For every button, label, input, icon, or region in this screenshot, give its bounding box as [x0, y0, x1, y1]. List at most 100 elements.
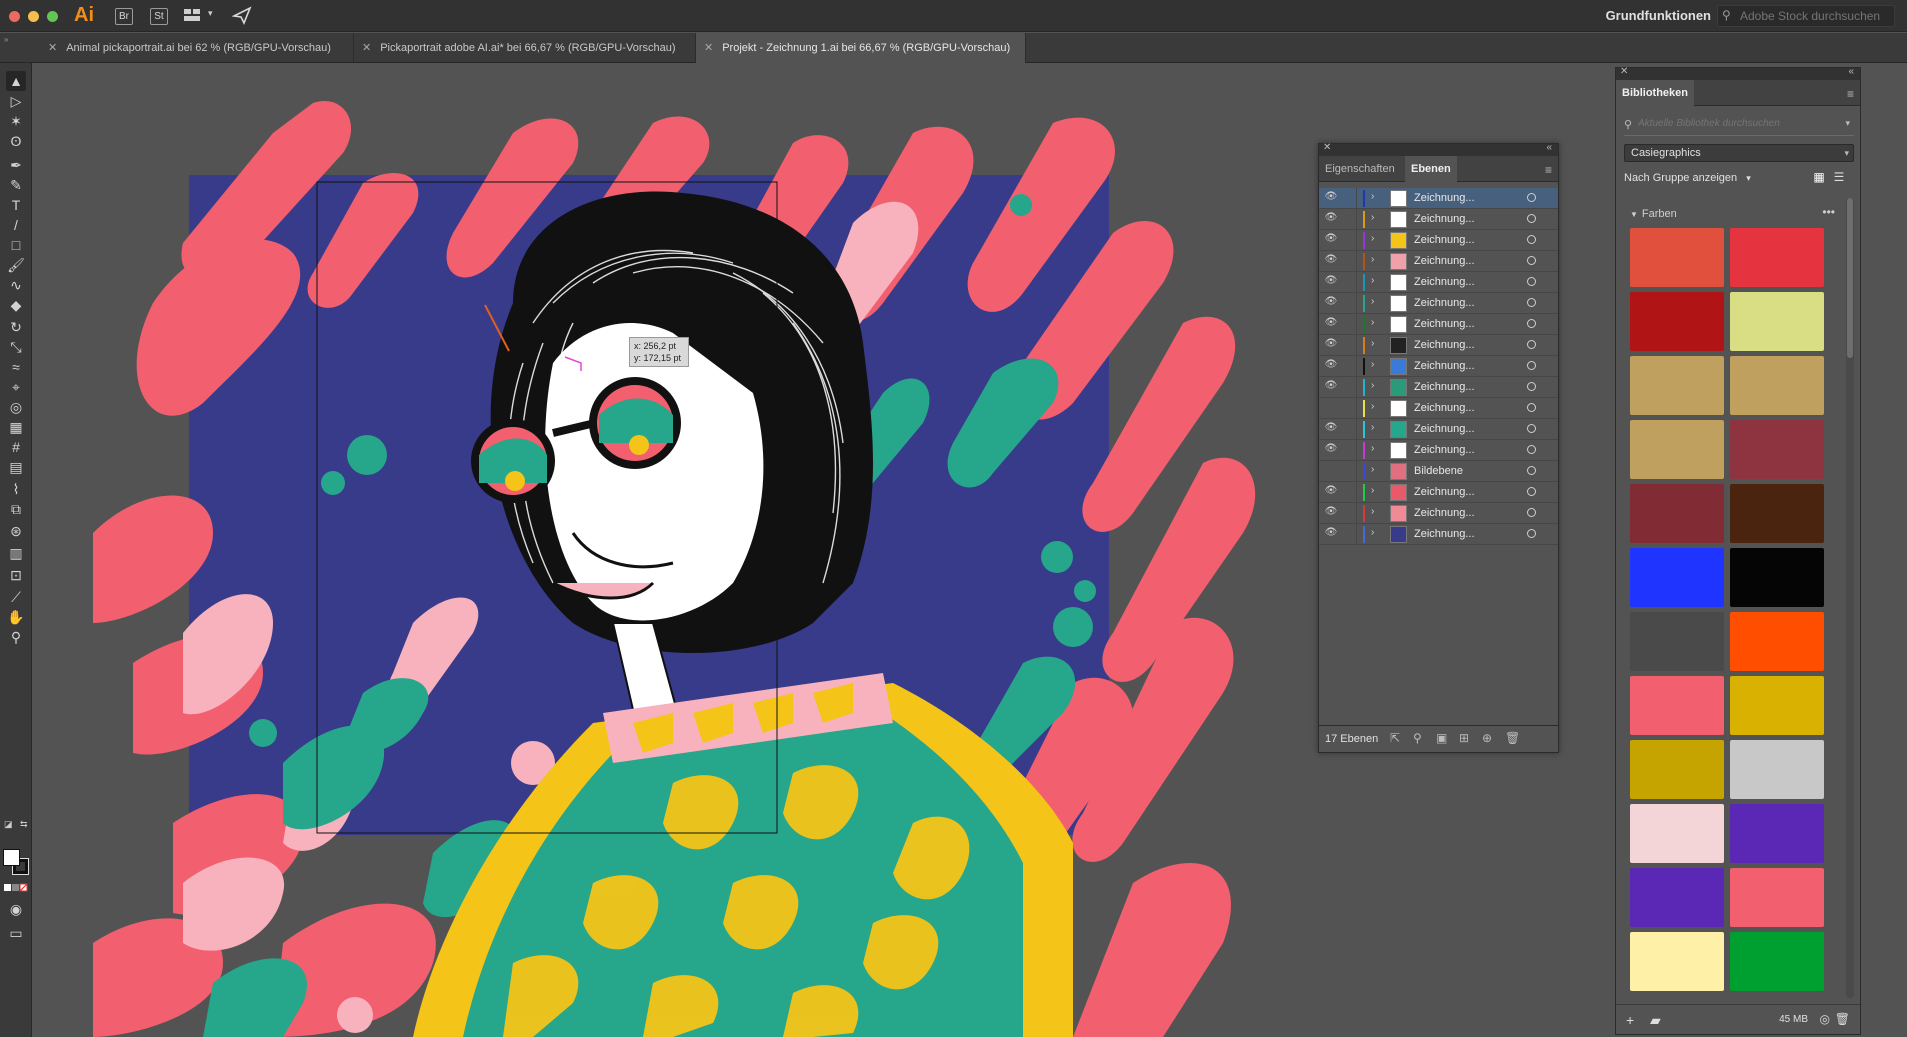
- library-scrollbar[interactable]: [1846, 198, 1854, 998]
- colors-section-header[interactable]: ▼ Farben •••: [1630, 205, 1835, 224]
- layer-target-icon[interactable]: [1527, 214, 1536, 223]
- lock-toggle[interactable]: [1341, 335, 1357, 356]
- layer-name[interactable]: Zeichnung...: [1414, 402, 1475, 414]
- expand-layer-arrow-icon[interactable]: ›: [1371, 359, 1374, 370]
- layer-row[interactable]: › Bildebene: [1319, 461, 1558, 482]
- layer-name[interactable]: Zeichnung...: [1414, 360, 1475, 372]
- stock-button[interactable]: St: [150, 8, 168, 25]
- eyedropper-tool[interactable]: ⌇: [6, 479, 26, 499]
- layer-target-icon[interactable]: [1527, 487, 1536, 496]
- layer-name[interactable]: Zeichnung...: [1414, 213, 1475, 225]
- lock-toggle[interactable]: [1341, 230, 1357, 251]
- layer-row[interactable]: 👁 › Zeichnung...: [1319, 335, 1558, 356]
- chevron-down-icon[interactable]: ▾: [1845, 118, 1850, 129]
- scrollbar-thumb[interactable]: [1847, 198, 1853, 358]
- visibility-eye-icon[interactable]: 👁: [1324, 275, 1338, 289]
- collapse-panel-icon[interactable]: «: [1848, 66, 1854, 77]
- color-swatch[interactable]: [1730, 612, 1824, 671]
- export-layer-icon[interactable]: ⇱: [1390, 731, 1400, 745]
- collapse-panels-icon[interactable]: »: [4, 35, 8, 44]
- layer-row[interactable]: 👁 › Zeichnung...: [1319, 230, 1558, 251]
- layer-row[interactable]: 👁 › Zeichnung...: [1319, 209, 1558, 230]
- window-minimize-button[interactable]: [28, 11, 39, 22]
- slice-tool[interactable]: ⟋: [6, 587, 26, 607]
- library-search-input[interactable]: [1638, 118, 1833, 129]
- layer-name[interactable]: Zeichnung...: [1414, 507, 1475, 519]
- lock-toggle[interactable]: [1341, 377, 1357, 398]
- lock-toggle[interactable]: [1341, 398, 1357, 419]
- layer-name[interactable]: Zeichnung...: [1414, 423, 1475, 435]
- layer-target-icon[interactable]: [1527, 277, 1536, 286]
- visibility-eye-icon[interactable]: 👁: [1324, 359, 1338, 373]
- color-swatch[interactable]: [1630, 932, 1724, 991]
- layer-name[interactable]: Zeichnung...: [1414, 486, 1475, 498]
- perspective-grid-tool[interactable]: ▦: [6, 417, 26, 437]
- layer-row[interactable]: 👁 › Zeichnung...: [1319, 356, 1558, 377]
- layer-row[interactable]: 👁 › Zeichnung...: [1319, 503, 1558, 524]
- expand-layer-arrow-icon[interactable]: ›: [1371, 443, 1374, 454]
- color-swatch[interactable]: [1730, 292, 1824, 351]
- arrange-dropdown-chevron-icon[interactable]: ▾: [208, 8, 213, 19]
- lock-toggle[interactable]: [1341, 419, 1357, 440]
- shape-builder-tool[interactable]: ◎: [6, 397, 26, 417]
- lasso-tool[interactable]: ʘ: [6, 131, 26, 151]
- visibility-eye-icon[interactable]: 👁: [1324, 254, 1338, 268]
- expand-layer-arrow-icon[interactable]: ›: [1371, 254, 1374, 265]
- magic-wand-tool[interactable]: ✶: [6, 111, 26, 131]
- expand-layer-arrow-icon[interactable]: ›: [1371, 233, 1374, 244]
- close-tab-icon[interactable]: ✕: [48, 42, 57, 54]
- layer-target-icon[interactable]: [1527, 529, 1536, 538]
- library-select[interactable]: Casiegraphics ▾: [1624, 144, 1854, 162]
- color-swatch[interactable]: [1630, 548, 1724, 607]
- visibility-eye-icon[interactable]: 👁: [1324, 191, 1338, 205]
- drawing-modes-icon[interactable]: ◉: [6, 899, 26, 919]
- expand-layer-arrow-icon[interactable]: ›: [1371, 506, 1374, 517]
- tab-layers[interactable]: Ebenen: [1405, 156, 1457, 182]
- layer-target-icon[interactable]: [1527, 298, 1536, 307]
- locate-object-icon[interactable]: ⚲: [1413, 731, 1422, 745]
- lock-toggle[interactable]: [1341, 524, 1357, 545]
- color-swatch[interactable]: [1730, 740, 1824, 799]
- layer-name[interactable]: Zeichnung...: [1414, 318, 1475, 330]
- symbol-sprayer-tool[interactable]: ⊛: [6, 521, 26, 541]
- layer-row[interactable]: 👁 › Zeichnung...: [1319, 377, 1558, 398]
- color-swatch[interactable]: [1730, 356, 1824, 415]
- color-swatch[interactable]: [1730, 484, 1824, 543]
- color-swatch[interactable]: [1630, 804, 1724, 863]
- share-send-icon[interactable]: [231, 5, 252, 25]
- mesh-tool[interactable]: #: [6, 437, 26, 457]
- rotate-tool[interactable]: ↻: [6, 317, 26, 337]
- scale-tool[interactable]: ⤡: [6, 337, 26, 357]
- group-view-dropdown[interactable]: Nach Gruppe anzeigen ▾: [1624, 172, 1751, 184]
- color-swatch[interactable]: [1730, 420, 1824, 479]
- lock-toggle[interactable]: [1341, 209, 1357, 230]
- layer-row[interactable]: › Zeichnung...: [1319, 398, 1558, 419]
- visibility-eye-icon[interactable]: [1324, 401, 1338, 415]
- layer-target-icon[interactable]: [1527, 319, 1536, 328]
- expand-layer-arrow-icon[interactable]: ›: [1371, 485, 1374, 496]
- lock-toggle[interactable]: [1341, 314, 1357, 335]
- layer-row[interactable]: 👁 › Zeichnung...: [1319, 524, 1558, 545]
- layer-target-icon[interactable]: [1527, 235, 1536, 244]
- visibility-eye-icon[interactable]: 👁: [1324, 422, 1338, 436]
- expand-layer-arrow-icon[interactable]: ›: [1371, 464, 1374, 475]
- default-colors-icon[interactable]: ◪: [4, 819, 13, 830]
- layer-name[interactable]: Zeichnung...: [1414, 381, 1475, 393]
- layer-target-icon[interactable]: [1527, 193, 1536, 202]
- document-tab-3[interactable]: ✕ Projekt - Zeichnung 1.ai bei 66,67 % (R…: [696, 33, 1026, 63]
- visibility-eye-icon[interactable]: 👁: [1324, 443, 1338, 457]
- visibility-eye-icon[interactable]: 👁: [1324, 296, 1338, 310]
- blend-tool[interactable]: ⧉: [6, 499, 26, 519]
- color-swatch[interactable]: [1730, 548, 1824, 607]
- layer-target-icon[interactable]: [1527, 361, 1536, 370]
- layer-target-icon[interactable]: [1527, 256, 1536, 265]
- type-tool[interactable]: T: [6, 195, 26, 215]
- layer-target-icon[interactable]: [1527, 340, 1536, 349]
- expand-layer-arrow-icon[interactable]: ›: [1371, 191, 1374, 202]
- lock-toggle[interactable]: [1341, 188, 1357, 209]
- library-search-box[interactable]: ⚲ ▾: [1624, 116, 1854, 136]
- expand-layer-arrow-icon[interactable]: ›: [1371, 212, 1374, 223]
- column-graph-tool[interactable]: ▥: [6, 543, 26, 563]
- line-tool[interactable]: /: [6, 215, 26, 235]
- window-maximize-button[interactable]: [47, 11, 58, 22]
